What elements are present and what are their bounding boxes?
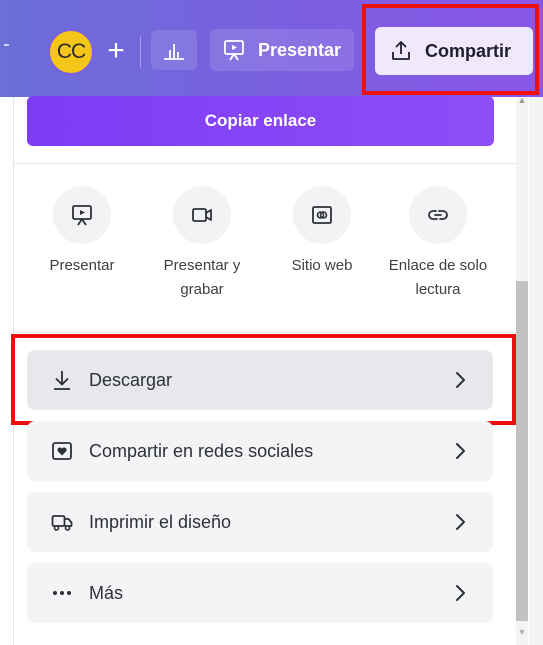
- social-share-row[interactable]: Compartir en redes sociales: [27, 421, 493, 481]
- toolbar-separator: [140, 36, 141, 68]
- option-readonly-link[interactable]: Enlace de solo lectura: [378, 186, 498, 302]
- user-avatar[interactable]: CC: [48, 29, 94, 75]
- print-truck-icon: [51, 511, 73, 533]
- panel-scrollbar-thumb[interactable]: [516, 281, 528, 621]
- toolbar-edge-mark: [4, 44, 9, 46]
- plus-icon: +: [107, 34, 125, 67]
- option-record-label: Presentar y grabar: [163, 257, 241, 298]
- present-icon: [72, 205, 92, 226]
- chevron-right-icon: [453, 440, 467, 462]
- scroll-down-arrow-icon[interactable]: ▼: [516, 626, 528, 638]
- more-icon: [51, 582, 73, 604]
- option-present-circle: [53, 186, 111, 244]
- option-website-circle: [293, 186, 351, 244]
- more-options-label: Más: [89, 582, 124, 603]
- panel-divider: [14, 332, 518, 333]
- link-icon: [428, 210, 448, 220]
- record-icon: [192, 208, 212, 222]
- website-icon: [312, 206, 332, 224]
- scroll-up-arrow-icon[interactable]: ▲: [516, 94, 528, 106]
- social-share-label: Compartir en redes sociales: [89, 440, 314, 461]
- highlight-box-download: [11, 334, 516, 425]
- insights-button[interactable]: [151, 30, 197, 70]
- present-icon: [222, 38, 246, 62]
- option-website-label: Sitio web: [291, 257, 353, 274]
- more-options-row[interactable]: Más: [27, 563, 493, 623]
- avatar-initials: CC: [56, 40, 86, 63]
- panel-divider: [14, 163, 518, 164]
- bar-chart-icon: [164, 44, 184, 60]
- print-design-label: Imprimir el diseño: [89, 511, 232, 532]
- present-label: Presentar: [258, 39, 342, 60]
- option-record-circle: [173, 186, 231, 244]
- option-website[interactable]: Sitio web: [262, 186, 382, 278]
- background-edge: [529, 97, 543, 645]
- heart-icon: [51, 440, 73, 462]
- option-present-label: Presentar: [49, 257, 115, 274]
- option-link-label: Enlace de solo lectura: [388, 257, 488, 298]
- highlight-box-share: [362, 4, 539, 95]
- chevron-right-icon: [453, 511, 467, 533]
- copy-link-button[interactable]: Copiar enlace: [27, 96, 494, 146]
- copy-link-label: Copiar enlace: [204, 111, 317, 130]
- print-design-row[interactable]: Imprimir el diseño: [27, 492, 493, 552]
- chevron-right-icon: [453, 582, 467, 604]
- option-link-circle: [409, 186, 467, 244]
- present-button[interactable]: Presentar: [210, 29, 354, 71]
- option-present-record[interactable]: Presentar y grabar: [142, 186, 262, 302]
- option-present[interactable]: Presentar: [22, 186, 142, 278]
- add-collaborator-button[interactable]: +: [98, 33, 134, 69]
